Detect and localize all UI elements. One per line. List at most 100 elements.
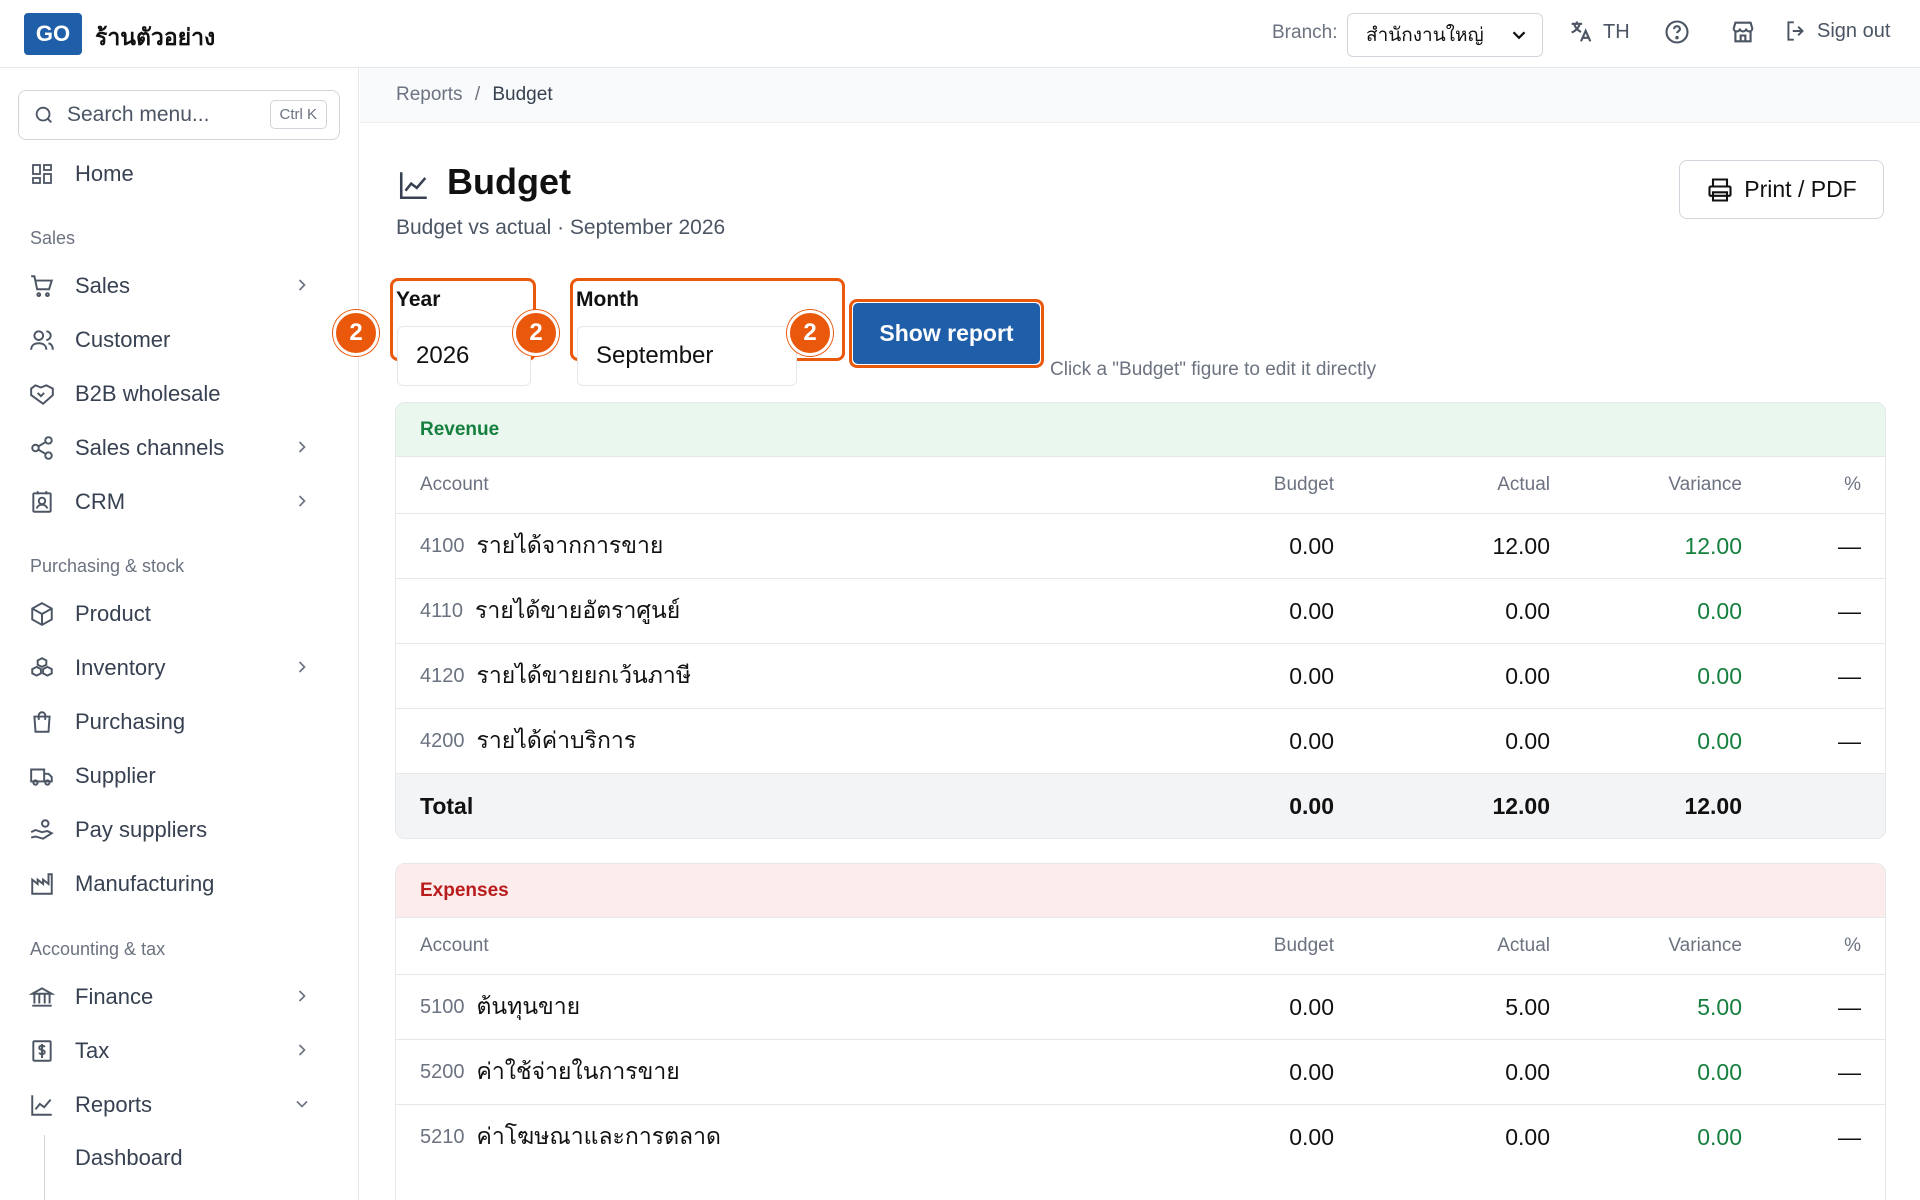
sign-out-button[interactable]: Sign out [1783,18,1890,44]
expenses-table: Expenses Account Budget Actual Variance … [395,863,1886,1200]
top-bar: GO ร้านตัวอย่าง Branch: สำนักงานใหญ่ TH … [0,0,1920,68]
language-label: TH [1603,20,1630,43]
year-input[interactable]: 2026 [397,326,531,386]
menu-search-input[interactable]: Search menu... Ctrl K [18,90,340,140]
table-row: 4110 รายได้ขายอัตราศูนย์ 0.00 0.00 0.00 — [396,578,1885,643]
actual-cell: 0.00 [1505,597,1550,624]
print-pdf-button[interactable]: Print / PDF [1679,160,1884,219]
table-row: 5200 ค่าใช้จ่ายในการขาย 0.00 0.00 0.00 — [396,1039,1885,1104]
percent-cell: — [1838,727,1861,754]
sidebar-item-b2b[interactable]: B2B wholesale [28,372,334,416]
show-report-button[interactable]: Show report [853,303,1040,364]
sidebar-item-label: Sales [75,273,131,298]
main-content: Reports / Budget Budget Budget vs actual… [333,68,1920,1200]
contact-card-icon [32,491,52,513]
app-logo[interactable]: GO [24,13,82,55]
sidebar-item-product[interactable]: Product [28,592,334,636]
budget-cell[interactable]: 0.00 [1289,975,1334,1039]
chevron-right-icon [298,990,306,1002]
sidebar-item-label: Customer [75,327,171,352]
branch-select-value: สำนักงานใหญ่ [1366,25,1484,46]
table-row: 4200 รายได้ค่าบริการ 0.00 0.00 0.00 — [396,708,1885,773]
sign-out-label: Sign out [1817,19,1891,42]
col-percent: % [1844,474,1861,495]
sign-out-icon [1787,21,1804,41]
sidebar-item-pay-suppliers[interactable]: Pay suppliers [28,808,334,852]
month-label: Month [576,288,639,311]
actual-cell: 5.00 [1505,993,1550,1020]
sidebar-item-tax[interactable]: Tax [28,1029,334,1073]
table-row: 4120 รายได้ขายยกเว้นภาษี 0.00 0.00 0.00 — [396,643,1885,708]
breadcrumb-reports[interactable]: Reports [396,84,463,105]
step-badge: 2 [787,310,833,356]
share-icon [31,436,53,460]
col-variance: Variance [1668,474,1742,495]
percent-cell: — [1838,993,1861,1020]
box-icon [31,602,53,626]
sidebar-item-crm[interactable]: CRM [28,480,334,524]
page-subtitle: Budget vs actual · September 2026 [396,216,726,239]
sidebar-item-label: Tax [75,1038,110,1063]
breadcrumb-bar: Reports / Budget [360,68,1920,123]
budget-cell[interactable]: 0.00 [1289,644,1334,708]
hand-coins-icon [30,819,54,840]
sidebar-item-label: CRM [75,489,126,514]
budget-cell[interactable]: 0.00 [1289,1040,1334,1104]
actual-cell: 0.00 [1505,727,1550,754]
percent-cell: — [1838,1058,1861,1085]
sidebar-item-sales[interactable]: Sales [28,264,334,308]
sidebar-item-reports[interactable]: Reports [28,1083,334,1127]
sidebar-item-sales-channels[interactable]: Sales channels [28,426,334,470]
sidebar: Search menu... Ctrl K Home Sales Sales C… [0,68,359,1200]
sidebar-subitem-dashboard[interactable]: Dashboard [75,1145,183,1171]
help-button[interactable] [1663,18,1691,46]
section-sales: Sales [30,228,76,248]
sidebar-item-supplier[interactable]: Supplier [28,754,334,798]
sidebar-item-inventory[interactable]: Inventory [28,646,334,690]
expenses-title: Expenses [396,864,1885,917]
total-budget: 0.00 [1289,792,1334,819]
col-variance: Variance [1668,935,1742,956]
account-code: 5100 [420,995,465,1018]
sidebar-item-home[interactable]: Home [28,152,334,196]
submenu-line [44,1135,45,1200]
budget-cell[interactable]: 0.00 [1289,514,1334,578]
variance-cell: 0.00 [1697,1123,1742,1150]
chevron-right-icon [298,441,306,453]
chevron-right-icon [298,1044,306,1056]
sidebar-item-purchasing[interactable]: Purchasing [28,700,334,744]
budget-cell[interactable]: 0.00 [1289,1105,1334,1169]
variance-cell: 5.00 [1697,993,1742,1020]
store-button[interactable] [1729,18,1757,46]
language-button[interactable]: TH [1567,18,1630,46]
sidebar-item-finance[interactable]: Finance [28,975,334,1019]
boxes-icon [31,657,53,677]
sidebar-item-label: Pay suppliers [75,817,208,842]
sidebar-item-customer[interactable]: Customer [28,318,334,362]
actual-cell: 0.00 [1505,662,1550,689]
table-header: Account Budget Actual Variance % [396,456,1885,513]
store-icon [1732,21,1754,43]
shop-name: ร้านตัวอย่าง [95,24,216,50]
search-placeholder: Search menu... [67,103,210,126]
month-select[interactable]: September [577,326,797,386]
account-code: 4110 [420,599,464,622]
col-account: Account [420,474,489,495]
budget-cell[interactable]: 0.00 [1289,709,1334,773]
sidebar-item-manufacturing[interactable]: Manufacturing [28,862,334,906]
branch-select[interactable]: สำนักงานใหญ่ [1347,13,1543,57]
account-name: รายได้ค่าบริการ [476,727,637,753]
actual-cell: 0.00 [1505,1123,1550,1150]
table-header: Account Budget Actual Variance % [396,917,1885,974]
breadcrumb-current: Budget [492,84,553,105]
table-row: 4100 รายได้จากการขาย 0.00 12.00 12.00 — [396,513,1885,578]
breadcrumb: Reports / Budget [396,84,553,106]
sidebar-item-label: Reports [75,1092,153,1117]
grid-icon [32,164,52,184]
table-row: 5100 ต้นทุนขาย 0.00 5.00 5.00 — [396,974,1885,1039]
search-shortcut: Ctrl K [269,100,327,129]
chevron-down-icon [1512,31,1526,40]
shopping-bag-icon [33,711,51,733]
budget-cell[interactable]: 0.00 [1289,579,1334,643]
account-name: ต้นทุนขาย [476,993,581,1019]
